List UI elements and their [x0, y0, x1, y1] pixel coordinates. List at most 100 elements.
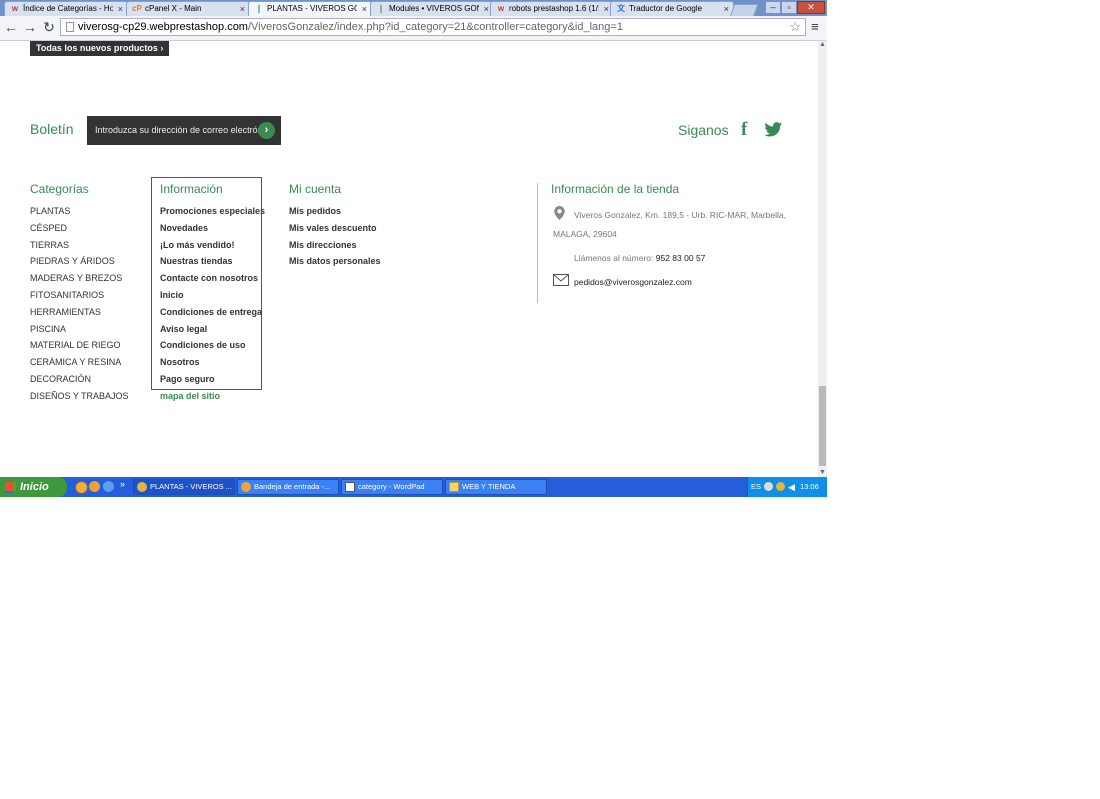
information-title: Información [160, 182, 223, 196]
phone-number[interactable]: 952 83 00 57 [656, 253, 706, 263]
account-link[interactable]: Mis direcciones [289, 240, 357, 250]
wordpad-icon [345, 482, 355, 492]
category-link[interactable]: DISEÑOS Y TRABAJOS [30, 391, 129, 401]
follow-title: Siganos [678, 122, 729, 138]
information-link[interactable]: Novedades [160, 223, 208, 233]
category-link[interactable]: FITOSANITARIOS [30, 290, 104, 300]
information-link[interactable]: Aviso legal [160, 324, 207, 334]
mail-client-icon [241, 482, 251, 492]
store-email-link[interactable]: pedidos@viverosgonzalez.com [574, 277, 692, 287]
forward-icon[interactable]: → [22, 19, 38, 35]
category-link[interactable]: CÉSPED [30, 223, 67, 233]
expand-quicklaunch-icon[interactable]: » [120, 479, 125, 489]
category-link[interactable]: MATERIAL DE RIEGO [30, 340, 121, 350]
taskbar-item-plantas[interactable]: PLANTAS - VIVEROS ... [133, 479, 235, 495]
information-link[interactable]: Nuestras tiendas [160, 256, 233, 266]
tab-traductor[interactable]: 文 Traductor de Google × [610, 1, 734, 16]
information-link[interactable]: Promociones especiales [160, 206, 265, 216]
tab-label: cPanel X - Main [145, 4, 202, 13]
folder-icon [449, 482, 459, 492]
close-icon[interactable]: × [240, 2, 245, 16]
tray-app-icon[interactable] [776, 482, 785, 491]
back-icon[interactable]: ← [3, 19, 19, 35]
maximize-icon[interactable]: ▫ [781, 1, 797, 14]
chrome-icon [137, 482, 147, 492]
sitemap-link[interactable]: mapa del sitio [160, 391, 220, 401]
tab-label: Traductor de Google [629, 4, 703, 13]
tab-plantas[interactable]: ❘ PLANTAS - VIVEROS GONZA × [248, 1, 372, 16]
bookmark-star-icon[interactable]: ☆ [789, 19, 801, 35]
account-link[interactable]: Mis pedidos [289, 206, 341, 216]
browser-toolbar: ← → ↻ viverosg-cp29.webprestashop.com/Vi… [0, 16, 827, 41]
facebook-icon[interactable]: f [741, 119, 747, 141]
information-link[interactable]: Nosotros [160, 357, 200, 367]
close-icon[interactable]: × [604, 2, 609, 16]
category-link[interactable]: PISCINA [30, 324, 66, 334]
information-link[interactable]: ¡Lo más vendido! [160, 240, 235, 250]
firefox-icon[interactable] [89, 481, 100, 492]
scroll-down-icon[interactable]: ▼ [818, 469, 827, 477]
category-link[interactable]: HERRAMIENTAS [30, 307, 101, 317]
scroll-up-icon[interactable]: ▲ [818, 41, 827, 49]
minimize-icon[interactable]: – [765, 1, 781, 14]
address-bar[interactable]: viverosg-cp29.webprestashop.com/ViverosG… [60, 18, 806, 36]
page-icon [66, 22, 74, 32]
taskbar-item-wordpad[interactable]: category - WordPad [341, 479, 443, 495]
information-link[interactable]: Condiciones de uso [160, 340, 246, 350]
categories-title: Categorías [30, 182, 89, 196]
cpanel-icon: cP [132, 4, 142, 13]
taskbar-item-bandeja[interactable]: Bandeja de entrada -... [237, 479, 339, 495]
tab-label: PLANTAS - VIVEROS GONZA [267, 4, 357, 13]
account-title: Mi cuenta [289, 182, 342, 196]
page-scrollbar[interactable]: ▲ ▼ [818, 41, 827, 477]
tab-modules[interactable]: ❘ Modules • VIVEROS GONZA × [370, 1, 494, 16]
tab-categorias[interactable]: w Índice de Categorías - Host × [4, 1, 128, 16]
envelope-icon [553, 274, 569, 286]
ie-icon[interactable] [103, 481, 114, 492]
information-link[interactable]: Inicio [160, 290, 184, 300]
windows-logo-icon [5, 482, 14, 491]
w-icon: w [497, 4, 505, 13]
close-icon[interactable]: × [484, 2, 489, 16]
system-tray: ES ◀ 13:06 [747, 477, 827, 497]
account-link[interactable]: Mis vales descuento [289, 223, 377, 233]
store-address-line1: Viveros Gonzalez, Km. 189,5 - Urb. RIC-M… [574, 210, 786, 220]
reload-icon[interactable]: ↻ [41, 19, 57, 35]
account-link[interactable]: Mis datos personales [289, 256, 381, 266]
tray-arrow-icon[interactable] [764, 482, 773, 491]
menu-icon[interactable]: ≡ [811, 19, 823, 35]
scrollbar-thumb[interactable] [819, 386, 826, 466]
volume-icon[interactable]: ◀ [788, 477, 795, 497]
column-divider [537, 183, 538, 303]
tab-label: Índice de Categorías - Host [23, 4, 113, 13]
language-indicator[interactable]: ES [751, 477, 761, 497]
category-link[interactable]: PLANTAS [30, 206, 70, 216]
category-link[interactable]: TIERRAS [30, 240, 69, 250]
tab-robots[interactable]: w robots prestashop 1.6 (1/1 × [490, 1, 614, 16]
newsletter-submit-icon[interactable]: › [258, 122, 275, 139]
close-icon[interactable]: × [118, 2, 123, 16]
taskbar-item-web-tienda[interactable]: WEB Y TIENDA [445, 479, 547, 495]
all-new-products-button[interactable]: Todas los nuevos productos › [30, 41, 170, 56]
category-link[interactable]: CERÁMICA Y RESINA [30, 357, 121, 367]
start-button[interactable]: Inicio [0, 477, 67, 497]
close-window-icon[interactable]: ✕ [797, 1, 825, 14]
map-pin-icon [554, 206, 565, 220]
translate-icon: 文 [617, 4, 625, 13]
close-icon[interactable]: × [362, 2, 367, 16]
information-link[interactable]: Contacte con nosotros [160, 273, 258, 283]
twitter-icon[interactable] [764, 122, 783, 137]
information-link[interactable]: Condiciones de entrega [160, 307, 262, 317]
category-link[interactable]: MADERAS Y BREZOS [30, 273, 122, 283]
category-link[interactable]: DECORACIÓN [30, 374, 91, 384]
information-link[interactable]: Pago seguro [160, 374, 215, 384]
clock: 13:06 [800, 482, 819, 491]
url-path: /ViverosGonzalez/index.php?id_category=2… [247, 21, 623, 33]
newsletter-input[interactable]: Introduzca su dirección de correo electr… [87, 116, 281, 145]
category-link[interactable]: PIEDRAS Y ÁRIDOS [30, 256, 115, 266]
newsletter-title: Boletín [30, 121, 74, 137]
tab-label: robots prestashop 1.6 (1/1 [509, 4, 599, 13]
chrome-icon[interactable] [75, 481, 88, 494]
tab-cpanel[interactable]: cP cPanel X - Main × [126, 1, 250, 16]
close-icon[interactable]: × [724, 2, 729, 16]
